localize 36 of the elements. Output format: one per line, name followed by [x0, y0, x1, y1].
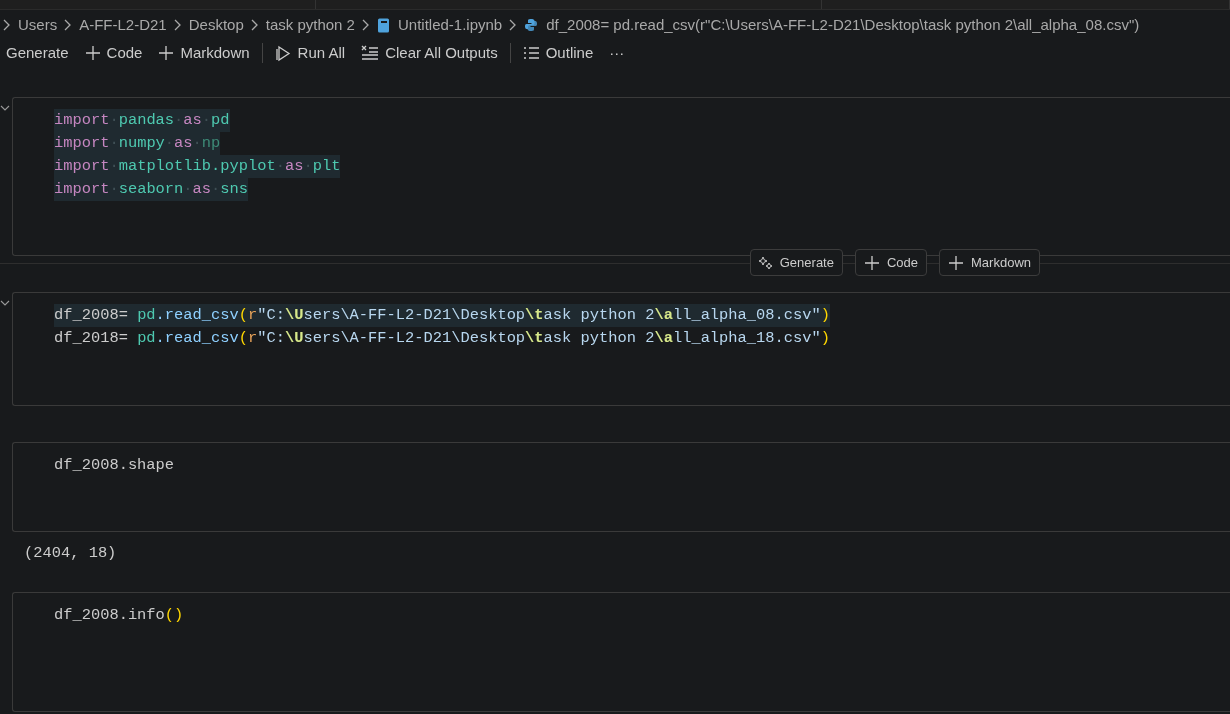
- list-icon: [522, 46, 540, 60]
- toolbar-button[interactable]: Clear All Outputs: [353, 39, 506, 67]
- toolbar-button[interactable]: Generate: [0, 39, 77, 67]
- insert-cell-button[interactable]: Generate: [749, 249, 843, 276]
- code-cell[interactable]: df_2008.shape: [12, 442, 1230, 532]
- code-cell[interactable]: df_2008= pd.read_csv(r"C:\Users\A-FF-L2-D21\Desktop\task python 2\all_alpha_08.csv") df_2018= pd.read_csv(r"C:\Users\A-FF-L2-D21\Desktop\task python 2\all_alpha_18.csv"): [12, 292, 1230, 406]
- breadcrumb-item[interactable]: A-FF-L2-D21: [79, 13, 167, 37]
- cell-output: (2404, 18): [23, 543, 118, 564]
- breadcrumb-item[interactable]: task python 2: [265, 13, 355, 37]
- plus-icon: [158, 45, 175, 61]
- sparkle-icon: [758, 255, 773, 270]
- code-line: df_2008.info(): [54, 605, 184, 626]
- breadcrumb-item[interactable]: df_2008= pd.read_csv(r"C:\Users\A-FF-L2-D21\Desktop\task python 2\all_alpha_08.csv"): [546, 13, 1140, 37]
- notebook-icon: [376, 17, 390, 33]
- breadcrumb-item[interactable]: Untitled-1.ipynb: [397, 13, 503, 37]
- collapse-chevron-icon[interactable]: [0, 103, 10, 113]
- toolbar-button[interactable]: Code: [76, 39, 151, 67]
- python-icon: [524, 18, 539, 32]
- toolbar-button[interactable]: Outline: [514, 39, 602, 67]
- breadcrumb-item[interactable]: Desktop: [188, 13, 244, 37]
- code-cell[interactable]: import·pandas·as·pd import·numpy·as·np import·matplotlib.pyplot·as·plt import·seaborn·as·sns: [12, 97, 1230, 256]
- insert-cell-button[interactable]: Code: [854, 249, 928, 276]
- plus-icon: [948, 254, 965, 271]
- plus-icon: [84, 45, 101, 61]
- plus-icon: [863, 254, 880, 271]
- collapse-chevron-icon[interactable]: [0, 298, 10, 308]
- toolbar-button[interactable]: Run All: [266, 39, 354, 67]
- insert-cell-button[interactable]: Markdown: [939, 249, 1040, 276]
- code-cell[interactable]: df_2008.info(): [12, 592, 1230, 712]
- breadcrumb-item[interactable]: Users: [18, 13, 58, 37]
- toolbar-button[interactable]: ···: [601, 39, 633, 67]
- toolbar-button[interactable]: Markdown: [150, 39, 258, 67]
- code-line: df_2008.shape: [54, 455, 175, 476]
- play-icon: [274, 44, 292, 62]
- clear-outputs-icon: [361, 45, 380, 61]
- code-line: df_2018= pd.read_csv(r"C:\Users\A-FF-L2-D21\Desktop\task python 2\all_alpha_18.csv"): [54, 328, 830, 350]
